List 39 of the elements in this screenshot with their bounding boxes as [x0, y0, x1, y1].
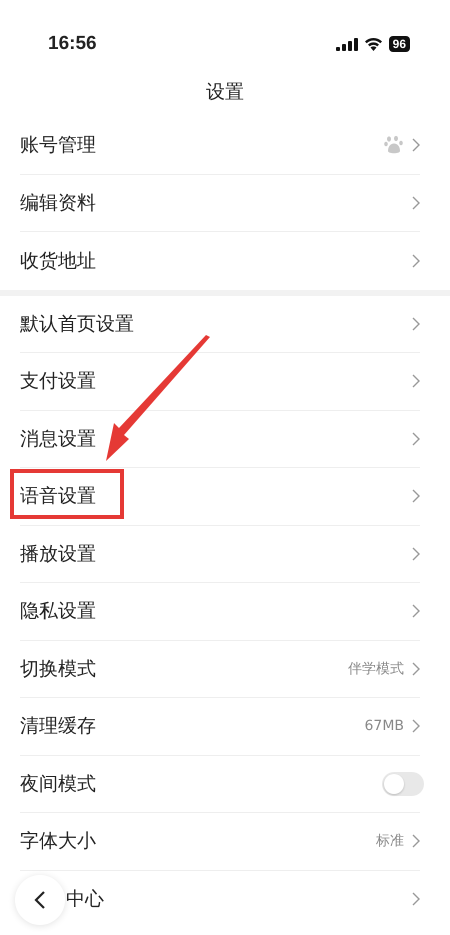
chevron-icon [412, 316, 420, 331]
row-label: 夜间模式 [20, 772, 96, 797]
status-time: 16:56 [48, 33, 97, 55]
chevron-icon [412, 374, 420, 388]
row-label: 字体大小 [20, 829, 96, 854]
chevron-icon [412, 196, 420, 210]
paw-icon [384, 135, 404, 156]
chevron-icon [412, 662, 420, 676]
page-title: 设置 [205, 80, 245, 105]
row-label: 播放设置 [20, 542, 96, 567]
row-label: 默认首页设置 [20, 312, 134, 337]
chevron-icon [412, 432, 420, 446]
row-value: 伴学模式 [348, 660, 404, 678]
row-label: 切换模式 [20, 656, 96, 682]
row-label: 语音设置 [20, 484, 96, 510]
back-icon [34, 890, 46, 910]
row-value: 标准 [376, 832, 404, 850]
battery-level: 96 [388, 36, 410, 52]
row-label: 账号管理 [20, 133, 96, 158]
chevron-icon [412, 604, 420, 618]
chevron-icon [412, 489, 420, 504]
chevron-icon [412, 254, 420, 268]
row-label: 隐私设置 [20, 599, 96, 624]
chevron-icon [412, 719, 420, 734]
row-label: 中心 [66, 887, 104, 912]
chevron-icon [412, 834, 420, 848]
row-label: 收货地址 [20, 248, 96, 274]
row-label: 消息设置 [20, 426, 96, 452]
row-label: 清理缓存 [20, 714, 96, 740]
row-value: 67MB [364, 718, 404, 734]
back-button[interactable] [15, 874, 65, 924]
row-label: 支付设置 [20, 369, 96, 394]
chevron-icon [412, 892, 420, 906]
toggle-switch[interactable] [382, 772, 424, 796]
signal-icon [336, 38, 358, 50]
row-label: 编辑资料 [20, 190, 96, 216]
chevron-icon [412, 546, 420, 561]
chevron-icon [412, 138, 420, 152]
wifi-icon [364, 37, 383, 51]
